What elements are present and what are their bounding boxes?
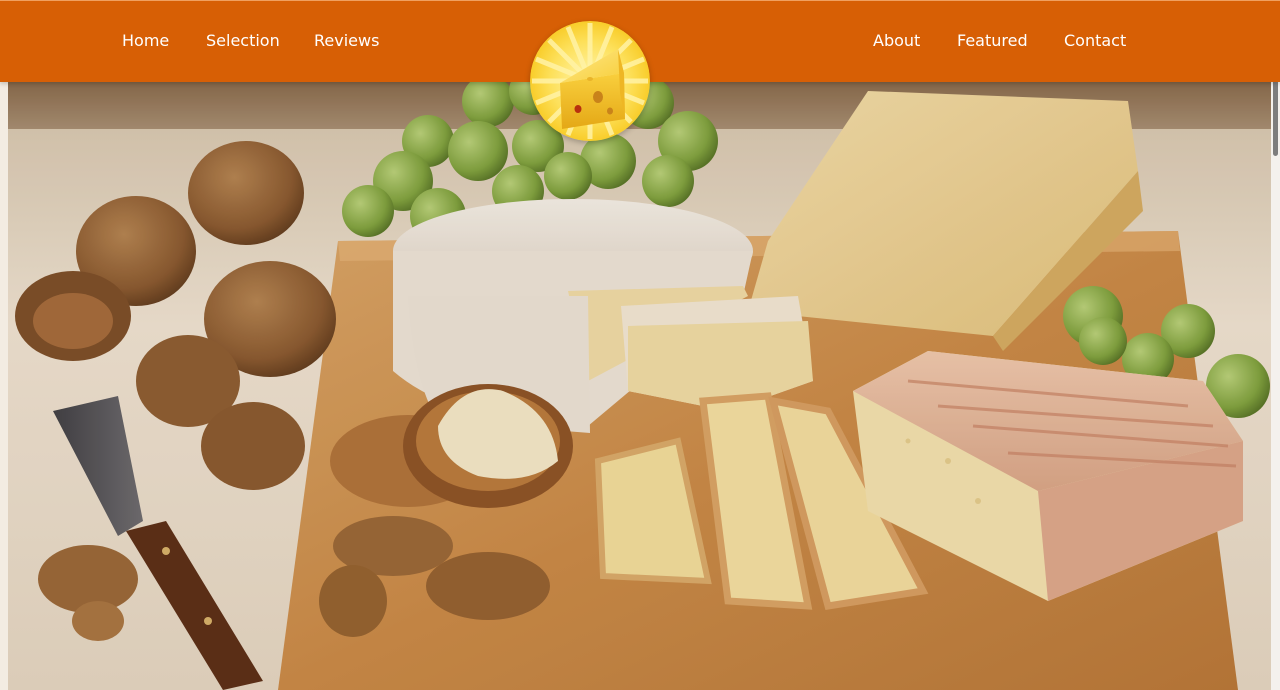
cheese-wedge-icon: [530, 21, 650, 141]
page: Home Selection Reviews About Featured Co…: [0, 0, 1280, 690]
nav-selection[interactable]: Selection: [206, 32, 280, 50]
nav-home[interactable]: Home: [122, 32, 169, 50]
site-logo[interactable]: [530, 21, 650, 141]
vertical-scrollbar[interactable]: [1271, 0, 1280, 690]
nav-featured[interactable]: Featured: [957, 32, 1028, 50]
nav-contact[interactable]: Contact: [1064, 32, 1126, 50]
hero-image: [8, 81, 1271, 690]
nav-reviews[interactable]: Reviews: [314, 32, 379, 50]
nav-about[interactable]: About: [873, 32, 920, 50]
